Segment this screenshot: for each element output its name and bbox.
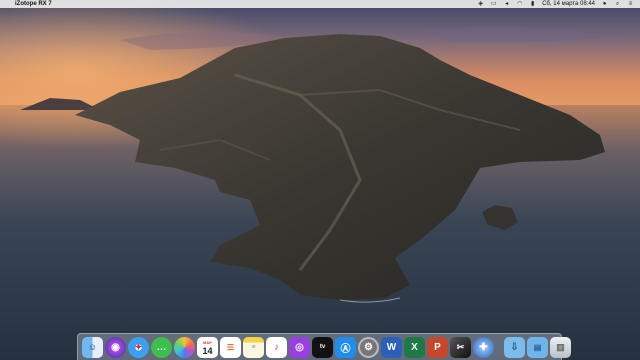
active-app-menu[interactable]: iZotope RX 7 <box>15 1 52 7</box>
app-store-icon[interactable]: Ⓐ <box>335 336 356 358</box>
battery-icon[interactable]: ▮ <box>529 1 536 7</box>
apple-menu-icon[interactable] <box>4 1 11 7</box>
documents-folder-icon[interactable]: ▤ <box>527 336 548 358</box>
notes-icon[interactable]: ≡ <box>243 336 264 358</box>
dock: ☺ ◉ ✦ … МАР 14 ☰ ≡ ♪ ◎ tv Ⓐ ⚙ W X P ✂ ✚ … <box>77 333 571 360</box>
control-center-icon[interactable]: ≡ <box>627 1 634 7</box>
calendar-day-label: 14 <box>202 346 213 356</box>
calendar-icon[interactable]: МАР 14 <box>197 336 218 358</box>
word-icon[interactable]: W <box>381 336 402 358</box>
izotope-rx-icon[interactable]: ✚ <box>473 336 494 358</box>
safari-icon[interactable]: ✦ <box>128 336 149 358</box>
system-preferences-icon[interactable]: ⚙ <box>358 336 379 358</box>
volume-icon[interactable]: ◂ <box>503 1 510 7</box>
powerpoint-icon[interactable]: P <box>427 336 448 358</box>
siri-icon[interactable]: ● <box>601 1 608 7</box>
desktop-wallpaper <box>0 0 640 360</box>
excel-icon[interactable]: X <box>404 336 425 358</box>
downloads-folder-icon[interactable]: ⇩ <box>504 336 525 358</box>
messages-icon[interactable]: … <box>151 336 172 358</box>
screen-mirror-icon[interactable]: ▭ <box>490 1 497 7</box>
apple-tv-icon[interactable]: tv <box>312 336 333 358</box>
final-cut-pro-icon[interactable]: ✂ <box>450 336 471 358</box>
photos-icon[interactable] <box>174 336 195 358</box>
dropbox-icon[interactable]: ◈ <box>477 1 484 7</box>
siri-icon[interactable]: ◉ <box>105 336 126 358</box>
wifi-icon[interactable]: ◠ <box>516 1 523 7</box>
menu-bar: iZotope RX 7 ◈ ▭ ◂ ◠ ▮ Сб, 14 марта 08:4… <box>0 0 640 8</box>
reminders-icon[interactable]: ☰ <box>220 336 241 358</box>
podcasts-icon[interactable]: ◎ <box>289 336 310 358</box>
music-icon[interactable]: ♪ <box>266 336 287 358</box>
spotlight-icon[interactable]: ⌕ <box>614 1 621 7</box>
menu-clock[interactable]: Сб, 14 марта 08:44 <box>542 1 595 7</box>
finder-icon[interactable]: ☺ <box>82 336 103 358</box>
trash-icon[interactable]: ▥ <box>550 336 571 358</box>
